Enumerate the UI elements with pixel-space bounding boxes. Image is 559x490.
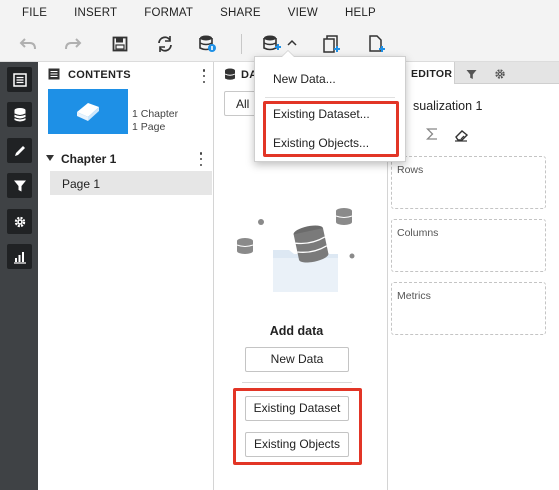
undo-icon[interactable] <box>16 32 40 56</box>
tab-filter[interactable] <box>457 66 485 82</box>
collapse-caret-icon[interactable] <box>46 155 54 161</box>
metrics-label: Metrics <box>397 290 431 302</box>
sum-icon[interactable] <box>425 127 438 144</box>
metrics-drop-zone[interactable]: Metrics <box>391 282 546 335</box>
highlight-box <box>233 388 362 465</box>
contents-icon[interactable] <box>7 67 32 92</box>
tab-format[interactable] <box>486 66 514 82</box>
datasets-panel-icon <box>224 68 236 84</box>
visualization-title[interactable]: sualization 1 <box>413 99 483 113</box>
redo-icon[interactable] <box>61 32 85 56</box>
chapter-count: 1 Chapter <box>132 108 179 120</box>
add-data-heading: Add data <box>269 324 324 338</box>
editor-panel: EDITOR sualization 1 Rows Columns Metric… <box>389 62 559 490</box>
contents-more-icon[interactable] <box>201 69 207 83</box>
datasets-divider <box>242 382 352 383</box>
page-row[interactable]: Page 1 <box>50 171 212 195</box>
dropdown-new-data[interactable]: New Data... <box>255 68 405 90</box>
save-icon[interactable] <box>108 32 132 56</box>
filter-icon <box>466 69 476 79</box>
highlight-box <box>263 101 399 157</box>
editor-tabs: EDITOR <box>389 62 559 84</box>
gear-icon <box>495 69 505 79</box>
chart-icon[interactable] <box>7 244 32 269</box>
data-settings-icon[interactable] <box>196 32 220 56</box>
add-page-icon[interactable] <box>364 32 388 56</box>
settings-icon[interactable] <box>7 209 32 234</box>
menu-insert[interactable]: INSERT <box>74 7 117 19</box>
chapter-summary: 1 Chapter 1 Page <box>132 108 178 134</box>
menu-file[interactable]: FILE <box>22 7 47 19</box>
dropdown-separator <box>265 97 395 98</box>
chapter-row[interactable]: Chapter 1 <box>38 148 213 170</box>
columns-drop-zone[interactable]: Columns <box>391 219 546 272</box>
columns-label: Columns <box>397 227 439 239</box>
chapter-thumbnail[interactable] <box>48 89 128 134</box>
menu-view[interactable]: VIEW <box>288 7 318 19</box>
page-label: Page 1 <box>62 177 101 191</box>
datasets-icon[interactable] <box>7 102 32 127</box>
format-icon[interactable] <box>7 138 32 163</box>
contents-panel: CONTENTS 1 Chapter 1 Page Chapter 1 Page… <box>38 62 214 490</box>
editor-tab-label: EDITOR <box>411 68 453 80</box>
eraser-icon[interactable] <box>454 128 470 145</box>
empty-datasets-illustration <box>236 208 355 292</box>
filter-icon[interactable] <box>7 173 32 198</box>
contents-title: CONTENTS <box>68 69 131 81</box>
chapter-label: Chapter 1 <box>61 152 117 166</box>
rows-label: Rows <box>397 164 424 176</box>
new-data-button[interactable]: New Data <box>245 347 349 372</box>
menu-format[interactable]: FORMAT <box>144 7 193 19</box>
contents-panel-icon <box>48 68 60 83</box>
chapter-more-icon[interactable] <box>198 152 204 166</box>
menu-share[interactable]: SHARE <box>220 7 261 19</box>
rows-drop-zone[interactable]: Rows <box>391 156 546 209</box>
toolbar-separator <box>241 34 242 54</box>
book-icon <box>77 102 99 121</box>
menu-bar: FILE INSERT FORMAT SHARE VIEW HELP <box>0 0 559 26</box>
refresh-icon[interactable] <box>153 32 177 56</box>
menu-help[interactable]: HELP <box>345 7 376 19</box>
page-count: 1 Page <box>132 121 166 133</box>
add-chapter-icon[interactable] <box>319 32 343 56</box>
left-rail <box>0 62 38 490</box>
